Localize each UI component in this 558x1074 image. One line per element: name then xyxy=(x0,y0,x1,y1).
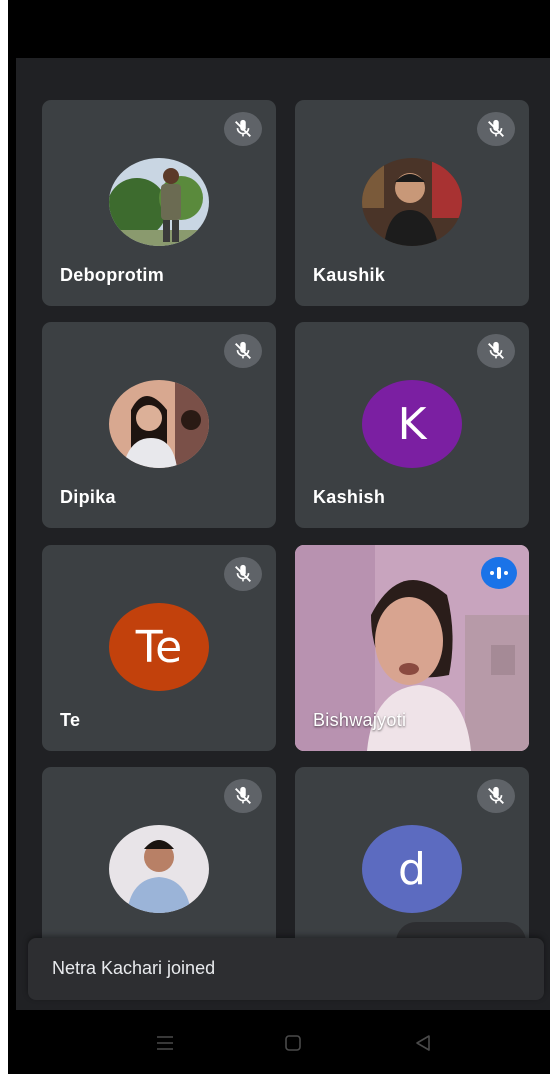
avatar-initial: d xyxy=(398,843,426,895)
mic-off-icon[interactable] xyxy=(224,112,262,146)
meeting-grid: Deboprotim Kaushik Dipika K Kashish Te T… xyxy=(16,58,550,1010)
back-icon[interactable] xyxy=(408,1028,438,1058)
participant-name: Kaushik xyxy=(313,265,386,285)
participant-name: Kashish xyxy=(313,487,386,507)
avatar: d xyxy=(362,825,462,913)
avatar xyxy=(109,825,209,913)
participant-name: Bishwajyoti xyxy=(313,710,407,730)
participant-tile[interactable]: Te Te xyxy=(42,545,276,751)
avatar xyxy=(109,158,209,246)
mic-off-icon[interactable] xyxy=(477,112,515,146)
system-nav-bar xyxy=(16,1010,550,1074)
avatar xyxy=(362,158,462,246)
home-icon[interactable] xyxy=(278,1028,308,1058)
participant-name: Te xyxy=(60,710,81,730)
mic-off-icon[interactable] xyxy=(477,334,515,368)
participant-name: Deboprotim xyxy=(60,265,164,285)
mic-off-icon[interactable] xyxy=(224,779,262,813)
mic-off-icon[interactable] xyxy=(224,557,262,591)
mic-off-icon[interactable] xyxy=(224,334,262,368)
phone-screen: Deboprotim Kaushik Dipika K Kashish Te T… xyxy=(8,0,550,1074)
participant-tile[interactable]: Kaushik xyxy=(295,100,529,306)
avatar-initial: Te xyxy=(135,621,183,673)
participant-tile[interactable]: Dipika xyxy=(42,322,276,528)
avatar: Te xyxy=(109,603,209,691)
menu-icon[interactable] xyxy=(150,1028,180,1058)
audio-level-icon xyxy=(481,557,517,589)
participant-tile[interactable]: K Kashish xyxy=(295,322,529,528)
participant-tile[interactable]: Deboprotim xyxy=(42,100,276,306)
avatar-initial: K xyxy=(397,398,427,450)
avatar: K xyxy=(362,380,462,468)
participant-video-tile[interactable]: Bishwajyoti xyxy=(295,545,529,751)
notification-text: Netra Kachari joined xyxy=(52,958,216,978)
mic-off-icon[interactable] xyxy=(477,779,515,813)
participant-name: Dipika xyxy=(60,487,116,507)
avatar xyxy=(109,380,209,468)
join-notification: Netra Kachari joined xyxy=(28,938,544,1000)
